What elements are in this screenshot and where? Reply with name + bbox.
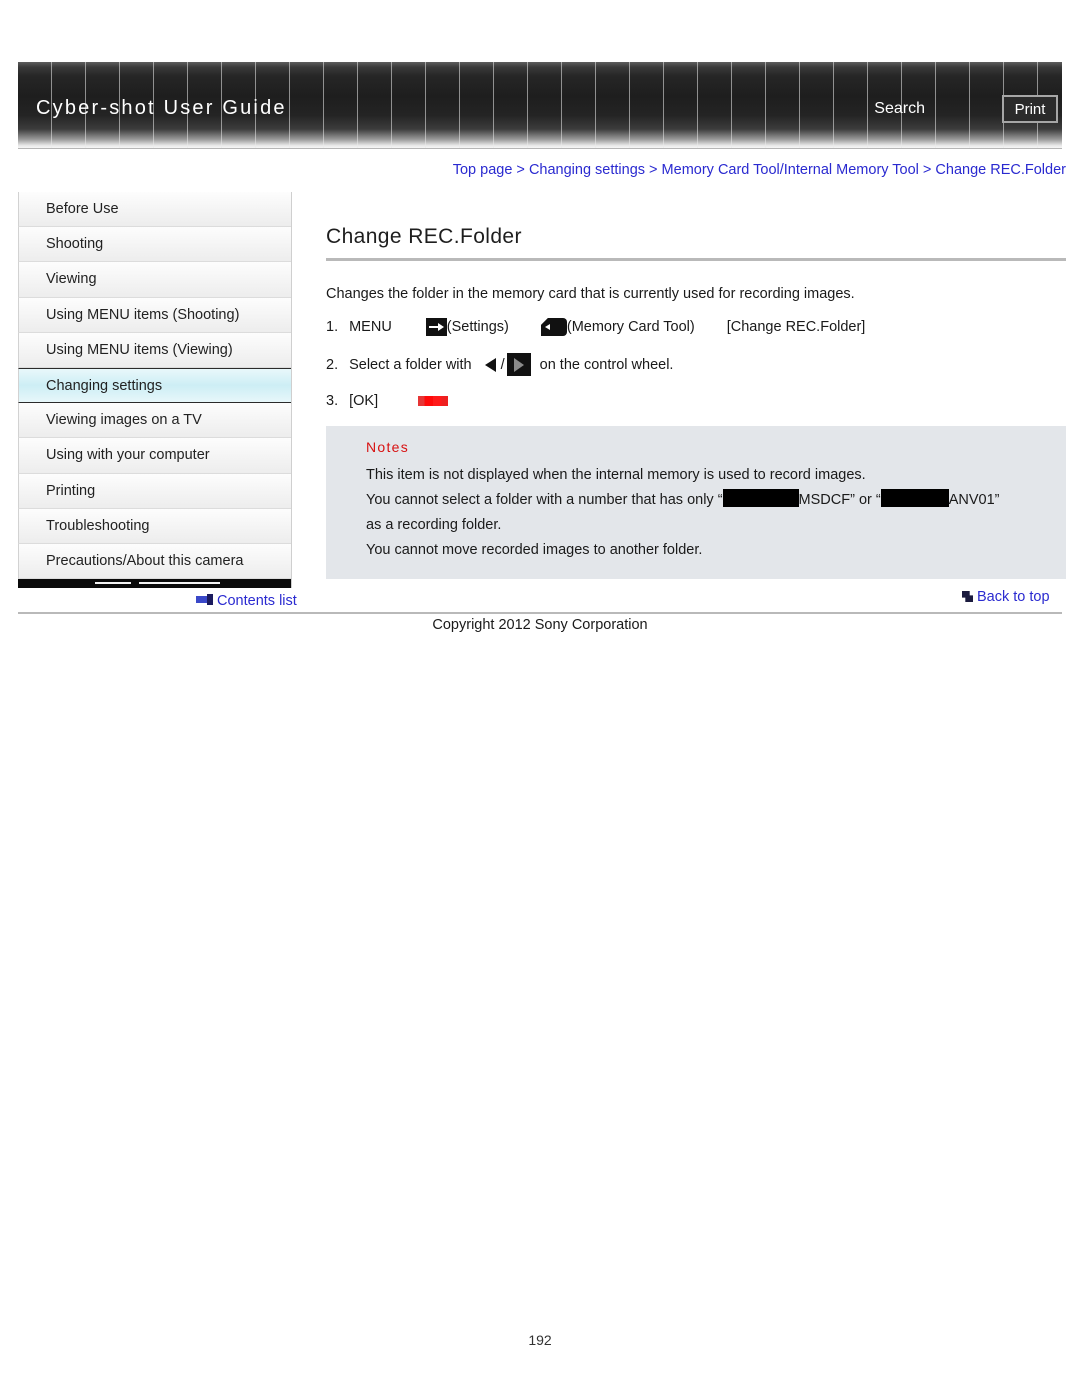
note-line-2: You cannot select a folder with a number… [326,488,1066,513]
back-to-top-label: Back to top [977,589,1050,605]
sidebar-scrollbar[interactable] [18,579,291,589]
redaction-box-1 [722,489,799,507]
sidebar-item-printing[interactable]: Printing [18,473,291,509]
step-2-number: 2. [326,356,339,373]
contents-list-link[interactable]: Contents list [196,593,297,609]
sidebar-item-label: Viewing [46,271,97,288]
footer-divider [18,612,1062,614]
back-to-top-icon [962,591,973,602]
breadcrumb: Top page > Changing settings > Memory Ca… [326,162,1066,178]
step-1-row: 1. MENU (Settings) (Memory Card Tool) [C… [326,318,1066,336]
sidebar-item-before-use[interactable]: Before Use [18,192,291,228]
sidebar-item-label: Shooting [46,236,104,253]
sidebar-nav: Before Use Shooting Viewing Using MENU item… [18,192,292,589]
sidebar-item-using-menu-items-viewing[interactable]: Using MENU items (Viewing) [18,332,291,368]
page-number: 192 [528,1332,552,1348]
back-to-top-link[interactable]: Back to top [962,589,1050,605]
notes-box: Notes This item is not displayed when th… [326,426,1066,579]
sidebar-item-label: Using MENU items (Shooting) [46,306,240,323]
settings-icon [425,318,447,336]
red-marker-icon [418,396,449,406]
breadcrumb-separator: > [918,162,936,178]
note-line-4: You cannot move recorded images to anoth… [366,542,703,558]
note-line-2-part-c: ANV01” [948,492,1000,508]
step-3-ok-label: [OK] [349,393,379,409]
step-2-separator: / [500,356,505,373]
main-content: Change REC.Folder Changes the folder in … [326,225,1066,579]
memory-card-icon [540,318,567,336]
arrow-left-icon [484,357,496,372]
breadcrumb-item-2[interactable]: Memory Card Tool/Internal Memory Tool [662,162,919,178]
breadcrumb-item-3[interactable]: Change REC.Folder [935,162,1066,178]
search-link[interactable]: Search [874,100,925,118]
title-divider [326,258,1066,261]
sidebar-item-label: Using with your computer [46,447,210,464]
sidebar-item-using-with-your-computer[interactable]: Using with your computer [18,438,291,474]
redaction-box-2 [880,489,949,507]
step-1-settings-label: (Settings) [446,319,509,335]
sidebar-item-shooting[interactable]: Shooting [18,227,291,263]
sidebar-item-label: Using MENU items (Viewing) [46,341,233,358]
step-2-text-before: Select a folder with [349,356,472,373]
sidebar-item-label: Before Use [46,201,119,217]
note-line-3: as a recording folder. [366,517,502,533]
sidebar-item-list: Before Use Shooting Viewing Using MENU item… [18,192,291,580]
note-line-2-part-a: You cannot select a folder with a number… [366,492,723,508]
sidebar-item-label: Changing settings [46,377,163,394]
step-3-row: 3. [OK] [326,393,1066,409]
breadcrumb-item-1[interactable]: Changing settings [529,162,645,178]
step-3-number: 3. [326,393,339,409]
step-2-text-after: on the control wheel. [539,356,674,373]
step-1-menu-label: MENU [349,319,392,335]
step-1-target-label: [Change REC.Folder] [726,319,866,335]
note-line-1: This item is not displayed when the inte… [366,467,866,483]
breadcrumb-item-0[interactable]: Top page [453,162,513,178]
sidebar-item-label: Precautions/About this camera [46,552,244,569]
sidebar-scroll-thumb-secondary[interactable] [95,582,131,585]
sidebar-item-changing-settings[interactable]: Changing settings [18,367,291,404]
step-2-row: 2. Select a folder with / on the control… [326,353,1066,376]
page-title: Change REC.Folder [326,225,522,248]
breadcrumb-separator: > [645,162,662,178]
sidebar-item-viewing-images-on-a-tv[interactable]: Viewing images on a TV [18,403,291,439]
sidebar-item-label: Printing [46,482,96,499]
arrow-right-icon [506,353,531,376]
breadcrumb-separator: > [512,162,529,178]
notes-title: Notes [366,439,410,455]
step-1-memcard-label: (Memory Card Tool) [566,319,695,335]
sidebar-item-label: Viewing images on a TV [46,412,202,429]
header-underline [18,148,1062,149]
sidebar-item-label: Troubleshooting [46,517,150,534]
sidebar-item-viewing[interactable]: Viewing [18,262,291,298]
contents-list-icon [196,594,213,605]
contents-list-label: Contents list [217,593,297,609]
intro-paragraph: Changes the folder in the memory card th… [326,286,855,302]
note-line-2-part-b: MSDCF” or “ [798,492,881,508]
sidebar-item-troubleshooting[interactable]: Troubleshooting [18,508,291,544]
sidebar-item-using-menu-items-shooting[interactable]: Using MENU items (Shooting) [18,297,291,333]
sidebar-item-precautions-about-this-camera[interactable]: Precautions/About this camera [18,543,291,580]
print-button[interactable]: Print [1002,95,1058,123]
copyright-text: Copyright 2012 Sony Corporation [432,617,648,633]
step-1-number: 1. [326,319,339,335]
sidebar-scroll-thumb[interactable] [138,582,221,585]
site-title: Cyber-shot User Guide [36,97,287,119]
